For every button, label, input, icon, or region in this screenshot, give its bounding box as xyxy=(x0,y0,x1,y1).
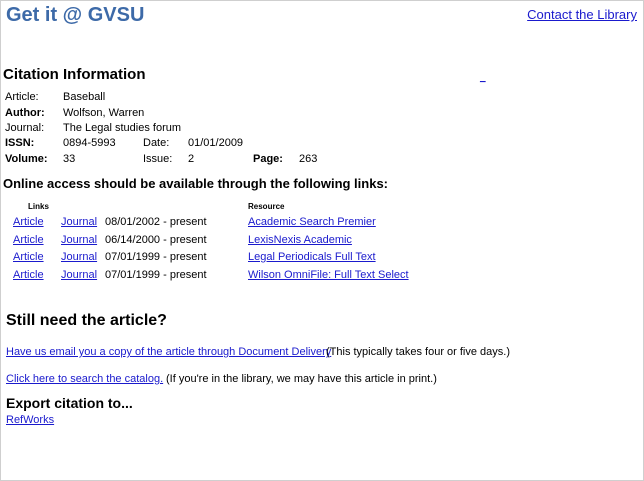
contact-library-link[interactable]: Contact the Library xyxy=(527,7,637,22)
article-link[interactable]: Article xyxy=(13,269,44,281)
article-link[interactable]: Article xyxy=(13,216,44,228)
resource-column-header: Resource xyxy=(248,202,285,211)
coverage-dates: 08/01/2002 - present xyxy=(105,216,207,228)
links-column-header: Links xyxy=(28,202,49,211)
article-link[interactable]: Article xyxy=(13,234,44,246)
online-access-heading: Online access should be available throug… xyxy=(3,176,389,191)
citation-heading: Citation Information xyxy=(3,66,146,83)
resource-link[interactable]: LexisNexis Academic xyxy=(248,234,352,246)
author-value: Wolfson, Warren xyxy=(63,107,145,119)
volume-value: 33 xyxy=(63,153,76,165)
document-delivery-link[interactable]: Have us email you a copy of the article … xyxy=(6,346,331,358)
issn-value: 0894-5993 xyxy=(63,137,116,149)
journal-link[interactable]: Journal xyxy=(61,234,97,246)
refworks-link[interactable]: RefWorks xyxy=(6,414,54,426)
journal-link[interactable]: Journal xyxy=(61,251,97,263)
journal-value: The Legal studies forum xyxy=(63,122,182,134)
coverage-dates: 07/01/1999 - present xyxy=(105,269,207,281)
site-title: Get it @ GVSU xyxy=(6,4,145,26)
citation-side-link[interactable]: _ xyxy=(480,72,486,83)
page-value: 263 xyxy=(299,153,318,165)
article-link[interactable]: Article xyxy=(13,251,44,263)
export-heading: Export citation to... xyxy=(6,395,133,411)
resource-link[interactable]: Wilson OmniFile: Full Text Select xyxy=(248,269,409,281)
coverage-dates: 06/14/2000 - present xyxy=(105,234,207,246)
issue-label: Issue: xyxy=(143,153,173,165)
volume-label: Volume: xyxy=(5,153,48,165)
article-label: Article: xyxy=(5,91,39,103)
coverage-dates: 07/01/1999 - present xyxy=(105,251,207,263)
catalog-search-link[interactable]: Click here to search the catalog. xyxy=(6,373,163,385)
article-value: Baseball xyxy=(63,91,106,103)
author-label: Author: xyxy=(5,107,45,119)
journal-label: Journal: xyxy=(5,122,45,134)
page-label: Page: xyxy=(253,153,283,165)
issue-value: 2 xyxy=(188,153,195,165)
journal-link[interactable]: Journal xyxy=(61,269,97,281)
issn-label: ISSN: xyxy=(5,137,35,149)
still-need-heading: Still need the article? xyxy=(6,312,167,329)
document-delivery-note: (This typically takes four or five days.… xyxy=(326,346,511,358)
resource-link[interactable]: Academic Search Premier xyxy=(248,216,376,228)
date-value: 01/01/2009 xyxy=(188,137,244,149)
date-label: Date: xyxy=(143,137,170,149)
catalog-note: (If you're in the library, we may have t… xyxy=(166,373,437,385)
resource-link[interactable]: Legal Periodicals Full Text xyxy=(248,251,376,263)
journal-link[interactable]: Journal xyxy=(61,216,97,228)
